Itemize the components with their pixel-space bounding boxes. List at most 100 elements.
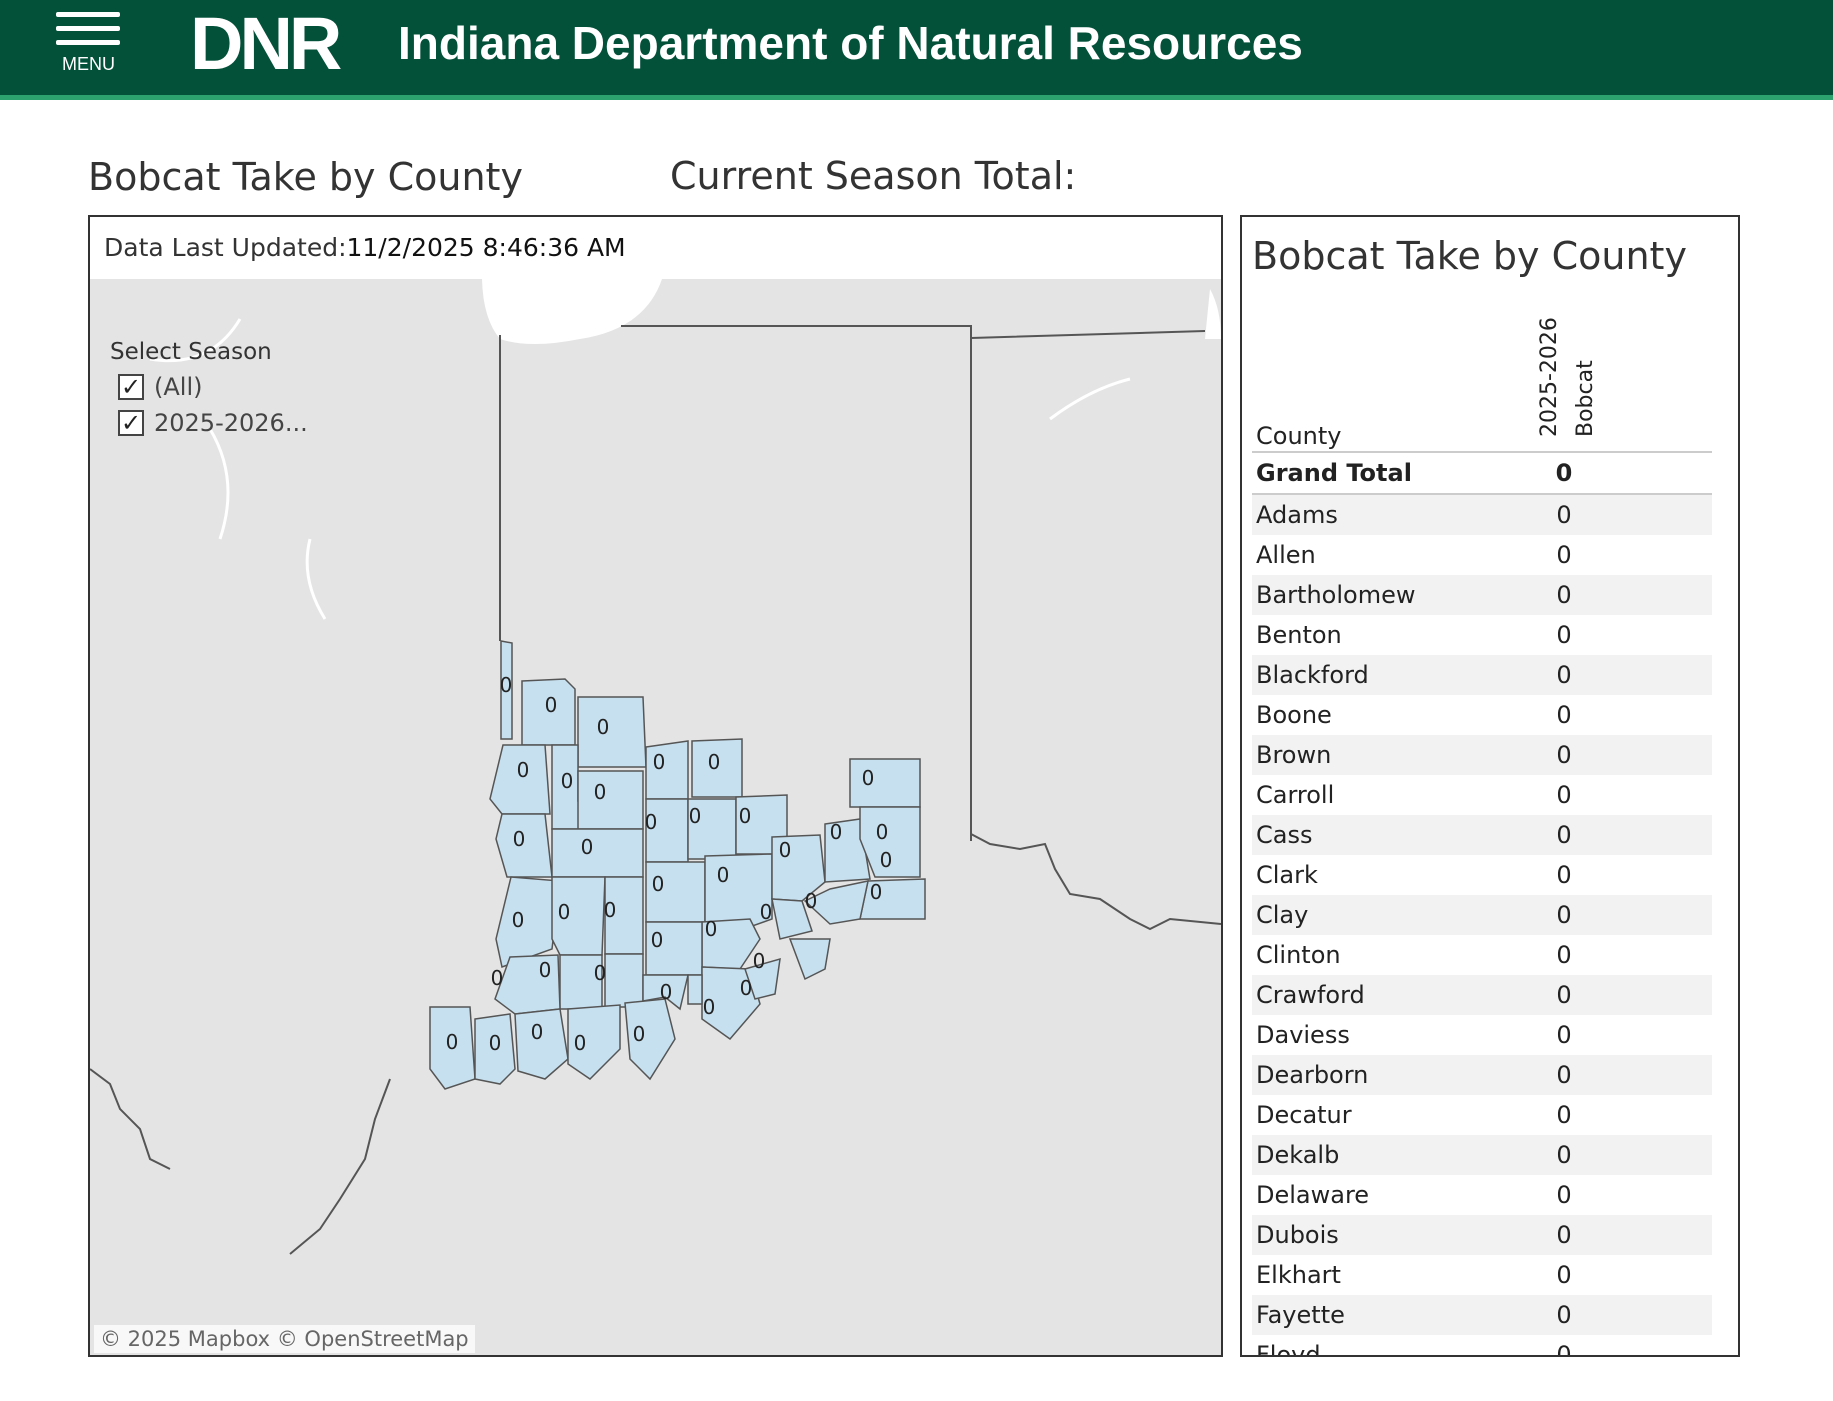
menu-button[interactable]: MENU xyxy=(52,8,124,80)
table-row[interactable]: Dubois 0 xyxy=(1252,1215,1712,1255)
county-count-label: 0 xyxy=(705,917,718,941)
table-row[interactable]: Allen 0 xyxy=(1252,535,1712,575)
table-row[interactable]: Floyd 0 xyxy=(1252,1335,1712,1355)
county-count-label: 0 xyxy=(862,766,875,790)
table-row[interactable]: Boone 0 xyxy=(1252,695,1712,735)
county-name: Daviess xyxy=(1256,1021,1350,1049)
county-value: 0 xyxy=(1556,1101,1572,1129)
grand-total-label: Grand Total xyxy=(1256,459,1412,487)
county-count-label: 0 xyxy=(574,1031,587,1055)
table-row[interactable]: Daviess 0 xyxy=(1252,1015,1712,1055)
table-row[interactable]: Brown 0 xyxy=(1252,735,1712,775)
filter-option-label: 2025-2026... xyxy=(154,409,308,437)
county-count-label: 0 xyxy=(651,928,664,952)
county-count-label: 0 xyxy=(708,750,721,774)
county-shape[interactable] xyxy=(849,758,921,808)
county-count-label: 0 xyxy=(717,863,730,887)
county-name: Crawford xyxy=(1256,981,1365,1009)
table-row[interactable]: Clay 0 xyxy=(1252,895,1712,935)
updated-label: Data Last Updated: xyxy=(104,233,347,262)
county-shape[interactable] xyxy=(604,953,644,1008)
table-row[interactable]: Carroll 0 xyxy=(1252,775,1712,815)
county-map[interactable]: 0000000000000000000000000000000000000000… xyxy=(90,279,1221,1355)
table-row[interactable]: Fayette 0 xyxy=(1252,1295,1712,1335)
county-shape[interactable] xyxy=(788,938,831,981)
county-count-label: 0 xyxy=(604,898,617,922)
lake-michigan xyxy=(482,279,662,344)
county-value: 0 xyxy=(1556,901,1572,929)
county-value: 0 xyxy=(1556,1261,1572,1289)
county-value: 0 xyxy=(1556,1141,1572,1169)
table-row[interactable]: Blackford 0 xyxy=(1252,655,1712,695)
county-count-label: 0 xyxy=(645,810,658,834)
table-row[interactable]: Clark 0 xyxy=(1252,855,1712,895)
table-row[interactable]: Crawford 0 xyxy=(1252,975,1712,1015)
table-row[interactable]: Dearborn 0 xyxy=(1252,1055,1712,1095)
table-row[interactable]: Bartholomew 0 xyxy=(1252,575,1712,615)
site-header: MENU DNR Indiana Department of Natural R… xyxy=(0,0,1833,100)
county-value: 0 xyxy=(1556,661,1572,689)
county-count-label: 0 xyxy=(805,889,818,913)
county-count-label: 0 xyxy=(594,961,607,985)
county-count-label: 0 xyxy=(703,995,716,1019)
filter-option-all[interactable]: ✓ (All) xyxy=(110,369,308,405)
county-name: Dekalb xyxy=(1256,1141,1340,1169)
county-column-header[interactable]: County xyxy=(1256,422,1341,450)
county-count-label: 0 xyxy=(531,1020,544,1044)
grand-total-row[interactable]: Grand Total 0 xyxy=(1252,453,1712,495)
county-value: 0 xyxy=(1556,541,1572,569)
county-name: Dubois xyxy=(1256,1221,1339,1249)
county-shape[interactable] xyxy=(577,770,644,830)
county-value: 0 xyxy=(1556,701,1572,729)
county-shape[interactable] xyxy=(577,696,647,768)
table-row[interactable]: Adams 0 xyxy=(1252,495,1712,535)
county-value: 0 xyxy=(1556,1181,1572,1209)
county-count-label: 0 xyxy=(512,908,525,932)
map-attribution[interactable]: © 2025 Mapbox © OpenStreetMap xyxy=(94,1325,475,1353)
dnr-logo[interactable]: DNR xyxy=(190,4,342,84)
county-shape[interactable] xyxy=(551,828,644,878)
menu-label: MENU xyxy=(62,54,115,74)
county-name: Dearborn xyxy=(1256,1061,1369,1089)
site-title[interactable]: Indiana Department of Natural Resources xyxy=(398,12,1303,74)
county-value: 0 xyxy=(1556,981,1572,1009)
filter-option-label: (All) xyxy=(154,373,203,401)
table-row[interactable]: Dekalb 0 xyxy=(1252,1135,1712,1175)
column-header-season: 2025-2026 xyxy=(1537,317,1562,437)
table-row[interactable]: Benton 0 xyxy=(1252,615,1712,655)
county-count-label: 0 xyxy=(739,804,752,828)
county-count-label: 0 xyxy=(558,900,571,924)
county-name: Fayette xyxy=(1256,1301,1345,1329)
filter-option-2025-2026[interactable]: ✓ 2025-2026... xyxy=(110,405,308,441)
county-name: Clinton xyxy=(1256,941,1341,969)
hamburger-icon-bar xyxy=(56,40,120,45)
state-border-lower xyxy=(90,1068,391,1255)
data-updated: Data Last Updated:11/2/2025 8:46:36 AM xyxy=(104,231,626,265)
checkbox-checked-icon[interactable]: ✓ xyxy=(118,410,144,436)
county-name: Cass xyxy=(1256,821,1313,849)
county-name: Carroll xyxy=(1256,781,1335,809)
county-value: 0 xyxy=(1556,941,1572,969)
season-filter: Select Season ✓ (All) ✓ 2025-2026... xyxy=(110,339,308,441)
table-row[interactable]: Elkhart 0 xyxy=(1252,1255,1712,1295)
county-count-label: 0 xyxy=(760,900,773,924)
county-value: 0 xyxy=(1556,581,1572,609)
county-name: Benton xyxy=(1256,621,1342,649)
checkbox-checked-icon[interactable]: ✓ xyxy=(118,374,144,400)
table-row[interactable]: Delaware 0 xyxy=(1252,1175,1712,1215)
county-count-label: 0 xyxy=(539,958,552,982)
county-count-label: 0 xyxy=(830,820,843,844)
table-row[interactable]: Clinton 0 xyxy=(1252,935,1712,975)
table-row[interactable]: Cass 0 xyxy=(1252,815,1712,855)
county-value: 0 xyxy=(1556,781,1572,809)
ohio-river-border xyxy=(970,833,1221,931)
column-header[interactable]: 2025-2026 Bobcat xyxy=(1532,307,1612,437)
county-value: 0 xyxy=(1556,1061,1572,1089)
county-count-label: 0 xyxy=(876,820,889,844)
lake-erie xyxy=(1205,289,1221,339)
county-shape[interactable] xyxy=(687,974,703,1005)
county-count-label: 0 xyxy=(489,1031,502,1055)
table-row[interactable]: Decatur 0 xyxy=(1252,1095,1712,1135)
county-layer: 0000 00 0 00 00 0 00 0 00 000000000000 000 0 0 0 00000 xyxy=(429,640,926,1090)
county-shape[interactable] xyxy=(495,876,561,968)
